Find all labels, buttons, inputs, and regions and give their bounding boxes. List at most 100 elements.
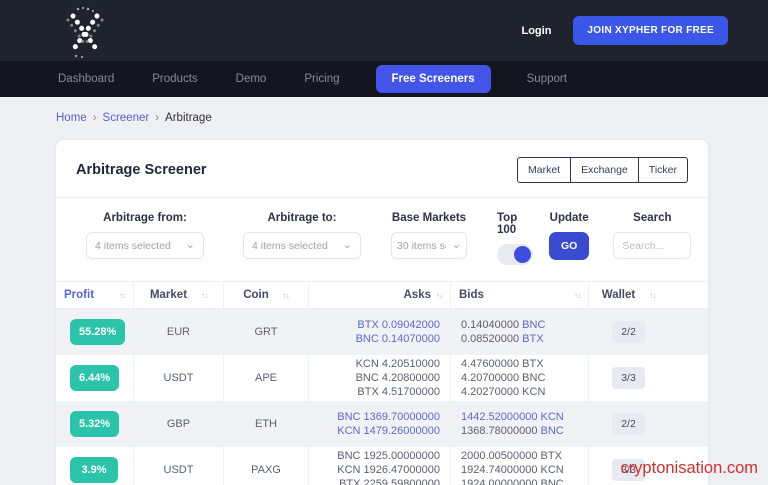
table-row[interactable]: 55.28%EURGRTBTX 0.09042000BNC 0.14070000… — [56, 309, 708, 355]
bid-price: 4.47600000 — [461, 358, 522, 370]
asks-cell: BNC 1925.00000000KCN 1926.47000000BTX 22… — [308, 447, 450, 485]
wallet-cell: 2/2 — [588, 309, 668, 355]
bid-price: 0.08520000 — [461, 333, 522, 345]
coin-cell: PAXG — [223, 447, 308, 485]
exchange-code: BNC — [522, 372, 545, 384]
sort-icon: ↑↓ — [649, 291, 655, 300]
exchange-code: BTX — [339, 478, 363, 485]
bid-price: 1442.52000000 — [461, 411, 541, 423]
column-header-profit[interactable]: Profit↑↓ — [56, 282, 133, 308]
join-free-button[interactable]: JOIN XYPHER FOR FREE — [573, 16, 728, 45]
bid-price: 4.20700000 — [461, 372, 522, 384]
bid-line: 1368.78000000 BNC — [461, 424, 564, 438]
arbitrage-from-value: 4 items selected — [95, 240, 171, 252]
view-button-ticker[interactable]: Ticker — [638, 157, 688, 183]
asks-cell: BNC 1369.70000000KCN 1479.26000000 — [308, 401, 450, 447]
ask-line: BNC 1925.00000000 — [337, 449, 440, 463]
exchange-code: BTX — [541, 450, 562, 462]
exchange-code: BTX — [357, 386, 381, 398]
login-link[interactable]: Login — [521, 25, 551, 37]
column-label: Coin — [243, 289, 269, 301]
ask-price: 2259.59800000 — [364, 478, 440, 485]
nav-item-dashboard[interactable]: Dashboard — [56, 67, 116, 91]
bid-line: 4.47600000 BTX — [461, 357, 544, 371]
column-label: Asks — [404, 289, 432, 301]
nav-item-support[interactable]: Support — [525, 67, 569, 91]
breadcrumb-home[interactable]: Home — [56, 112, 87, 124]
arbitrage-from-select[interactable]: 4 items selected ⌄ — [86, 232, 204, 259]
column-header-market[interactable]: Market↑↓ — [133, 282, 223, 308]
nav-item-demo[interactable]: Demo — [234, 67, 269, 91]
column-label: Bids — [459, 289, 484, 301]
view-switch-group: MarketExchangeTicker — [517, 157, 688, 183]
search-input[interactable] — [613, 232, 691, 259]
ask-price: 0.09042000 — [382, 319, 440, 331]
bid-line: 1442.52000000 KCN — [461, 410, 564, 424]
bid-line: 2000.00500000 BTX — [461, 449, 562, 463]
ask-price: 4.20510000 — [382, 358, 440, 370]
sort-icon: ↑↓ — [283, 291, 289, 300]
nav-item-pricing[interactable]: Pricing — [302, 67, 341, 91]
ask-line: BTX 0.09042000 — [357, 318, 440, 332]
exchange-code: BTX — [357, 319, 381, 331]
breadcrumb-separator: › — [155, 112, 159, 124]
nav-item-free-screeners[interactable]: Free Screeners — [376, 65, 491, 93]
coin-cell: ETH — [223, 401, 308, 447]
table-row[interactable]: 5.32%GBPETHBNC 1369.70000000KCN 1479.260… — [56, 401, 708, 447]
wallet-cell: 2/2 — [588, 401, 668, 447]
bid-line: 0.14040000 BNC — [461, 318, 545, 332]
breadcrumb-screener[interactable]: Screener — [103, 112, 150, 124]
sort-icon: ↑↓ — [436, 291, 442, 300]
coin-cell: GRT — [223, 309, 308, 355]
column-header-asks[interactable]: Asks ↑↓ — [308, 282, 450, 308]
ask-price: 0.14070000 — [382, 333, 440, 345]
exchange-code: BNC — [522, 319, 545, 331]
bid-price: 1924.74000000 — [461, 464, 541, 476]
bids-cell: 4.47600000 BTX4.20700000 BNC4.20270000 K… — [450, 355, 588, 401]
exchange-code: KCN — [522, 386, 545, 398]
nav-item-products[interactable]: Products — [150, 67, 199, 91]
table-header-row: Profit↑↓Market↑↓Coin↑↓Asks↑↓Bids↑↓Wallet… — [56, 281, 708, 309]
profit-badge: 6.44% — [70, 365, 119, 391]
profit-cell: 55.28% — [56, 309, 133, 355]
go-button[interactable]: GO — [549, 232, 589, 260]
column-header-coin[interactable]: Coin ↑↓ — [223, 282, 308, 308]
filters-row: Arbitrage from: 4 items selected ⌄ Arbit… — [56, 198, 708, 281]
page-title: Arbitrage Screener — [76, 162, 207, 178]
arbitrage-to-label: Arbitrage to: — [268, 212, 337, 224]
column-header-bids[interactable]: Bids↑↓ — [450, 282, 588, 308]
arbitrage-to-select[interactable]: 4 items selected ⌄ — [243, 232, 361, 259]
profit-badge: 55.28% — [70, 319, 125, 345]
view-button-market[interactable]: Market — [517, 157, 571, 183]
base-markets-select[interactable]: 30 items selec ⌄ — [391, 232, 467, 259]
breadcrumb: Home›Screener›Arbitrage — [56, 112, 712, 124]
breadcrumb-arbitrage: Arbitrage — [165, 112, 212, 124]
top-100-toggle[interactable] — [497, 244, 533, 265]
column-label: Wallet — [602, 289, 635, 301]
exchange-code: BTX — [522, 333, 543, 345]
bid-price: 1924.00000000 — [461, 478, 541, 485]
bid-price: 1368.78000000 — [461, 425, 541, 437]
exchange-code: BNC — [337, 411, 363, 423]
ask-line: KCN 4.20510000 — [356, 357, 440, 371]
market-cell: USDT — [133, 447, 223, 485]
main-content: Home›Screener›Arbitrage Arbitrage Screen… — [0, 97, 768, 485]
view-button-exchange[interactable]: Exchange — [570, 157, 639, 183]
column-header-wallet[interactable]: Wallet ↑↓ — [588, 282, 668, 308]
xypher-logo-icon[interactable] — [56, 4, 112, 60]
exchange-code: KCN — [356, 358, 382, 370]
ask-line: BNC 0.14070000 — [356, 332, 440, 346]
arbitrage-screener-card: Arbitrage Screener MarketExchangeTicker … — [56, 140, 708, 485]
ask-price: 1479.26000000 — [364, 425, 440, 437]
ask-price: 4.51700000 — [382, 386, 440, 398]
table-row[interactable]: 6.44%USDTAPEKCN 4.20510000BNC 4.20800000… — [56, 355, 708, 401]
sort-icon: ↑↓ — [119, 291, 125, 300]
ask-price: 1369.70000000 — [364, 411, 440, 423]
table-row[interactable]: 3.9%USDTPAXGBNC 1925.00000000KCN 1926.47… — [56, 447, 708, 485]
exchange-code: BNC — [356, 372, 382, 384]
wallet-badge: 2/2 — [612, 321, 645, 343]
chevron-down-icon: ⌄ — [186, 240, 195, 251]
top-header: Login JOIN XYPHER FOR FREE — [0, 0, 768, 61]
bid-line: 4.20270000 KCN — [461, 385, 545, 399]
table-body: 55.28%EURGRTBTX 0.09042000BNC 0.14070000… — [56, 309, 708, 485]
